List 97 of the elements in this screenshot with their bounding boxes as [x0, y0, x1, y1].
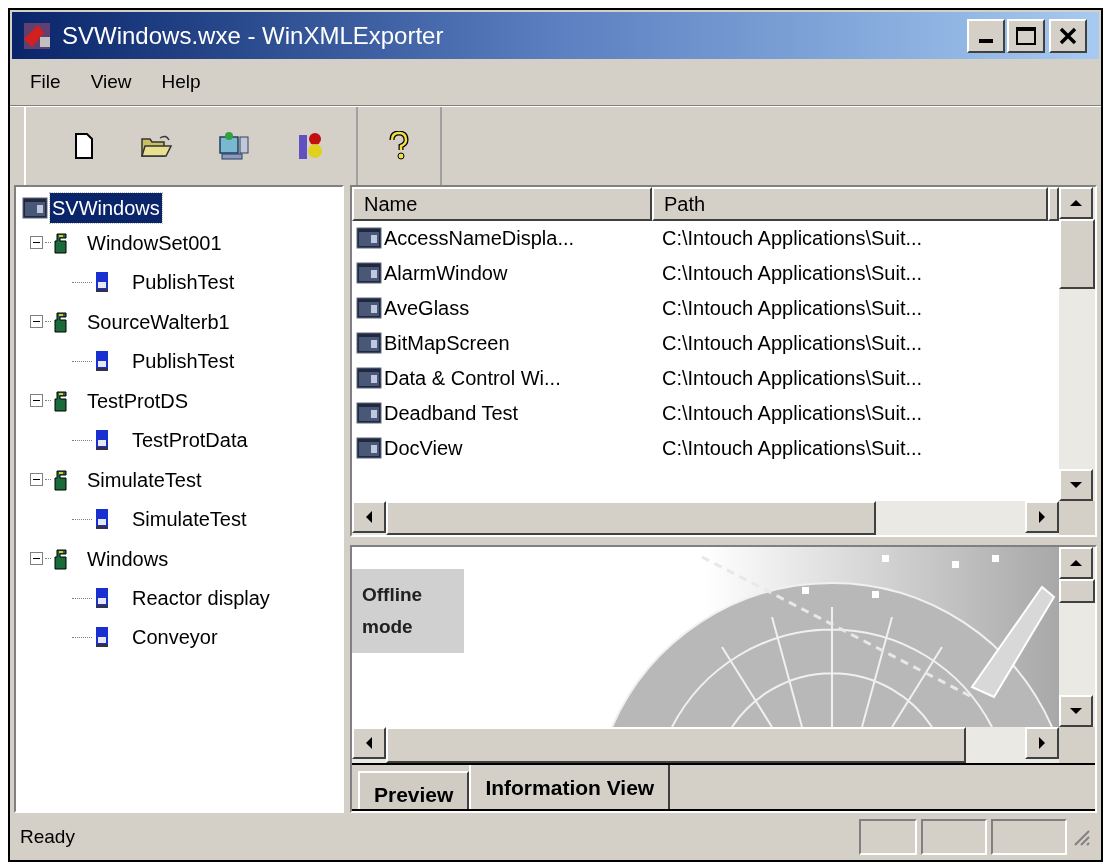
document-icon [94, 349, 110, 374]
table-cell[interactable]: Deadband Test [384, 398, 519, 429]
tree-item[interactable]: Reactor display [130, 583, 272, 614]
tab[interactable]: Information View [469, 764, 671, 809]
plug-icon [53, 546, 69, 571]
scroll-thumb[interactable] [386, 726, 966, 763]
scroll-left-button[interactable] [352, 726, 386, 759]
horizontal-scrollbar[interactable] [352, 726, 1059, 763]
table-cell-text: C:\Intouch Applications\Suit... [661, 401, 923, 427]
minimize-icon [979, 38, 993, 43]
triangle-down-icon [1070, 481, 1082, 488]
table-cell-text: C:\Intouch Applications\Suit... [661, 296, 923, 322]
table-cell[interactable]: DocView [384, 433, 463, 464]
table-cell[interactable]: BitMapScreen [384, 328, 510, 359]
window-icon [356, 262, 382, 285]
vertical-scrollbar[interactable] [1059, 546, 1095, 727]
collapse-icon[interactable] [30, 236, 43, 250]
document-icon [94, 625, 110, 650]
document-icon [94, 586, 110, 611]
document-icon [94, 270, 110, 295]
vertical-scrollbar[interactable] [1059, 186, 1095, 501]
table-cell-text: C:\Intouch Applications\Suit... [661, 436, 923, 462]
triangle-right-icon [1039, 736, 1045, 749]
tree-item[interactable]: SimulateTest [130, 504, 249, 535]
triangle-up-icon [1070, 199, 1082, 206]
plug-icon [53, 388, 69, 413]
plug-icon [53, 230, 69, 255]
table-cell-text: C:\Intouch Applications\Suit... [661, 261, 923, 287]
window-icon [356, 227, 382, 250]
tree-item[interactable]: Windows [85, 543, 171, 574]
tree-item[interactable]: Conveyor [130, 622, 220, 653]
status-text: Ready [20, 825, 76, 850]
horizontal-scrollbar[interactable] [352, 500, 1059, 535]
offline-mode-label: Offline mode [352, 568, 464, 653]
window-icon [356, 297, 382, 320]
table-cell[interactable]: Data & Control Wi... [384, 363, 561, 394]
table-cell[interactable]: AveGlass [384, 293, 470, 324]
window-icon [356, 367, 382, 390]
scroll-left-button[interactable] [352, 500, 386, 533]
close-icon [1059, 26, 1077, 45]
column-header[interactable]: Path [652, 186, 1048, 221]
table-cell[interactable]: AlarmWindow [384, 258, 508, 289]
tree-item[interactable]: SourceWalterb1 [85, 306, 232, 337]
question-mark-icon[interactable] [388, 131, 410, 162]
triangle-down-icon [1070, 707, 1082, 714]
scroll-right-button[interactable] [1025, 500, 1059, 533]
maximize-icon [1016, 26, 1036, 45]
scroll-thumb[interactable] [1059, 578, 1095, 603]
scroll-right-button[interactable] [1025, 726, 1059, 759]
plug-icon [53, 309, 69, 334]
scroll-thumb[interactable] [386, 500, 876, 535]
scroll-thumb[interactable] [1059, 218, 1095, 289]
computer-icon[interactable] [218, 131, 250, 162]
table-cell-text: C:\Intouch Applications\Suit... [661, 226, 923, 252]
scroll-up-button[interactable] [1059, 186, 1093, 219]
window-icon [356, 332, 382, 355]
tree-item[interactable]: SimulateTest [85, 464, 204, 495]
table-cell-text: C:\Intouch Applications\Suit... [661, 366, 923, 392]
triangle-right-icon [1039, 510, 1045, 523]
scroll-down-button[interactable] [1059, 468, 1093, 501]
tab[interactable]: Preview [358, 770, 470, 809]
status-pane [921, 819, 987, 856]
collapse-icon[interactable] [30, 394, 43, 408]
menu-item[interactable]: View [90, 67, 132, 97]
scroll-down-button[interactable] [1059, 694, 1093, 727]
collapse-icon[interactable] [30, 552, 43, 566]
menu-item[interactable]: File [30, 67, 61, 97]
tree-item[interactable]: PublishTest [130, 346, 237, 377]
tree-item[interactable]: WindowSet001 [85, 227, 224, 258]
maximize-button[interactable] [1007, 18, 1045, 53]
window-icon [356, 437, 382, 460]
table-cell-text: C:\Intouch Applications\Suit... [661, 331, 923, 357]
plug-icon [53, 467, 69, 492]
tree-item[interactable]: PublishTest [130, 267, 237, 298]
window-icon [356, 402, 382, 425]
minimize-button[interactable] [967, 18, 1005, 53]
collapse-icon[interactable] [30, 315, 43, 329]
menu-item[interactable]: Help [161, 67, 201, 97]
table-cell[interactable]: AccessNameDispla... [384, 223, 575, 254]
window-icon [22, 196, 48, 219]
scroll-up-button[interactable] [1059, 546, 1093, 579]
triangle-up-icon [1070, 559, 1082, 566]
folder-icon[interactable] [140, 133, 172, 160]
tree-item[interactable]: TestProtDS [85, 385, 191, 416]
tree-item[interactable]: SVWindows [50, 192, 162, 223]
tree-item[interactable]: TestProtData [130, 425, 250, 456]
document-icon [94, 507, 110, 532]
window-title: SVWindows.wxe - WinXMLExporter [62, 20, 445, 51]
document-icon [94, 428, 110, 453]
blank-page-icon[interactable] [74, 133, 94, 160]
triangle-left-icon [366, 736, 372, 749]
column-header[interactable]: Name [352, 186, 652, 221]
scrollbar-corner [1059, 500, 1095, 535]
close-button[interactable] [1049, 18, 1087, 53]
triangle-left-icon [366, 510, 372, 523]
collapse-icon[interactable] [30, 473, 43, 487]
status-pane [859, 819, 917, 856]
